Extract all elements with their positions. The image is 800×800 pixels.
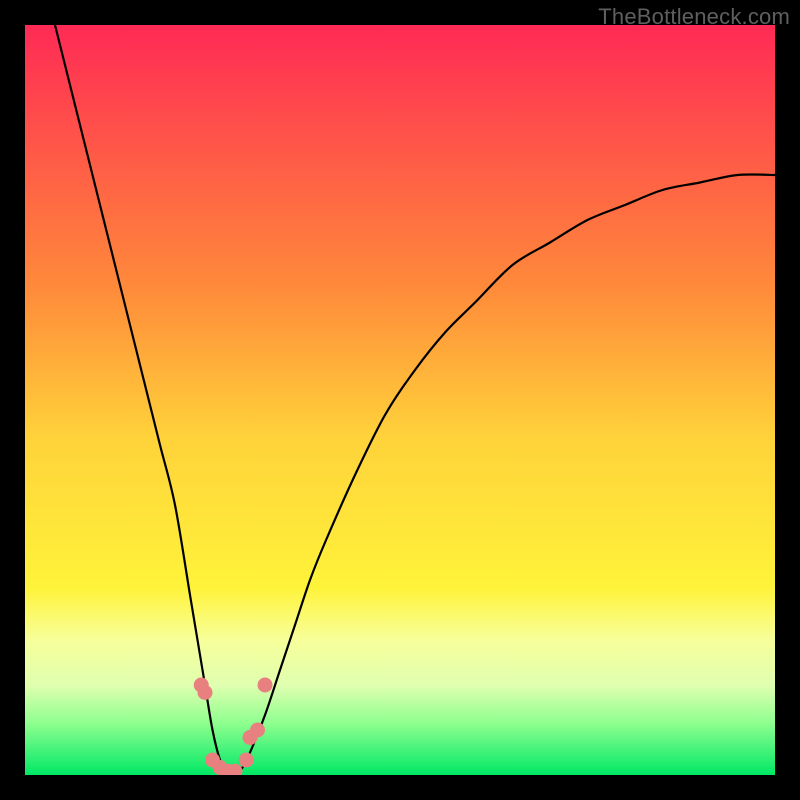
data-point bbox=[239, 753, 254, 768]
data-point bbox=[250, 723, 265, 738]
chart-frame: TheBottleneck.com bbox=[0, 0, 800, 800]
bottleneck-chart bbox=[25, 25, 775, 775]
data-point bbox=[258, 678, 273, 693]
gradient-background bbox=[25, 25, 775, 775]
data-point bbox=[198, 685, 213, 700]
